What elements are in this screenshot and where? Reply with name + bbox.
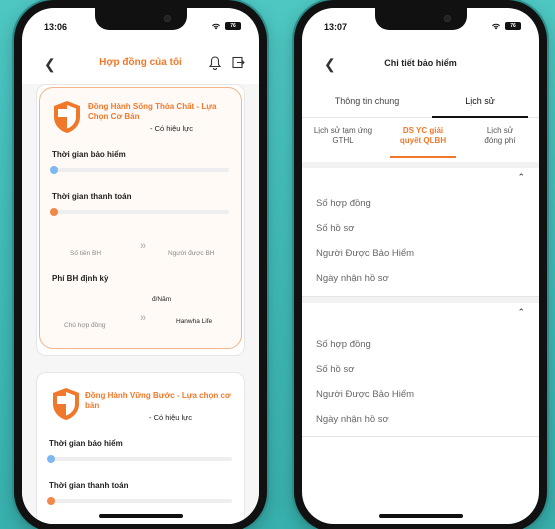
- product-name: Đồng Hành Vững Bước - Lựa chọn cơ bản: [85, 391, 231, 410]
- field-file-number: Số hồ sơ: [316, 364, 355, 375]
- status-time: 13:06: [44, 22, 68, 32]
- field-received-date: Ngày nhận hồ sơ: [316, 414, 389, 425]
- policy-owner-value: Hanwha Life: [176, 318, 213, 325]
- wifi-icon: [492, 23, 500, 30]
- right-phone: 13:07 76 ❮ Chi tiết bảo hiểm Thông tin c…: [294, 0, 547, 529]
- insured-person-label: Người được BH: [168, 250, 215, 257]
- top-bar: ❮ Chi tiết bảo hiểm: [302, 52, 539, 80]
- top-bar: ❮ Hợp đồng của tôi: [22, 52, 259, 76]
- logout-icon[interactable]: [232, 56, 245, 69]
- subtab-label: Lịch sử tạm ứng: [313, 126, 373, 135]
- double-chevron-icon: »: [140, 312, 147, 324]
- field-insured-person: Người Được Bảo Hiểm: [316, 389, 415, 400]
- subtab-advance-history[interactable]: Lịch sử tạm ứng GTHL: [308, 126, 378, 146]
- contract-status: - Có hiệu lực: [150, 124, 193, 133]
- field-file-number: Số hồ sơ: [316, 223, 355, 234]
- notch: [94, 8, 187, 30]
- right-screen: 13:07 76 ❮ Chi tiết bảo hiểm Thông tin c…: [302, 8, 539, 524]
- payment-period-label: Thời gian thanh toán: [49, 481, 129, 490]
- field-contract-number: Số hợp đồng: [316, 339, 371, 350]
- premium-value: đ/Năm: [152, 296, 172, 303]
- sum-insured-label: Số tiền BH: [70, 250, 102, 257]
- periodic-premium-label: Phí BH định kỳ: [52, 274, 109, 283]
- subtab-label: DS YC giải: [402, 126, 444, 135]
- left-phone: 13:06 76 ❮ Hợp đồng của tôi Đồng Hành Số…: [14, 0, 267, 529]
- contract-status: - Có hiệu lực: [149, 413, 192, 422]
- camera-icon: [163, 15, 171, 22]
- insurance-period-dot: [50, 166, 58, 174]
- contract-list: Đồng Hành Sống Thỏa Chất - Lựa Chọn Cơ B…: [22, 84, 259, 524]
- home-indicator[interactable]: [378, 514, 463, 518]
- status-time: 13:07: [324, 22, 348, 32]
- contract-card-highlight: Đồng Hành Sống Thỏa Chất - Lựa Chọn Cơ B…: [39, 87, 242, 349]
- system-icons: 76: [491, 22, 521, 30]
- divider: [302, 436, 539, 437]
- insurance-period-progress: [50, 166, 229, 174]
- left-screen: 13:06 76 ❮ Hợp đồng của tôi Đồng Hành Số…: [22, 8, 259, 524]
- policy-owner-label: Chủ hợp đồng: [64, 322, 106, 329]
- insurance-period-label: Thời gian bảo hiểm: [52, 150, 126, 159]
- active-tab-indicator: [432, 116, 528, 118]
- main-tabs: Thông tin chung Lịch sử: [302, 88, 539, 118]
- contract-card[interactable]: Đồng Hành Vững Bước - Lựa chọn cơ bản - …: [36, 372, 245, 524]
- double-chevron-icon: »: [140, 240, 147, 252]
- contract-card[interactable]: Đồng Hành Sống Thỏa Chất - Lựa Chọn Cơ B…: [36, 84, 245, 356]
- payment-period-dot: [50, 208, 58, 216]
- subtab-label: đóng phí: [484, 136, 516, 145]
- subtab-premium-history[interactable]: Lịch sử đóng phí: [468, 126, 532, 146]
- page-title: Hợp đồng của tôi: [99, 57, 182, 68]
- shield-logo-icon: [53, 388, 79, 420]
- battery-icon: 76: [225, 22, 241, 30]
- bell-icon[interactable]: [209, 56, 221, 70]
- product-name: Đồng Hành Sống Thỏa Chất - Lựa Chọn Cơ B…: [88, 102, 217, 121]
- claim-record[interactable]: ⌃ Số hợp đồng Số hồ sơ Người Được Bảo Hi…: [302, 168, 539, 296]
- tab-general-info[interactable]: Thông tin chung: [312, 96, 422, 106]
- tab-history[interactable]: Lịch sử: [422, 96, 538, 106]
- payment-period-progress: [47, 497, 232, 505]
- subtab-label: GTHL: [332, 136, 354, 145]
- payment-period-dot: [47, 497, 55, 505]
- field-insured-person: Người Được Bảo Hiểm: [316, 248, 415, 259]
- battery-icon: 76: [505, 22, 521, 30]
- field-contract-number: Số hợp đồng: [316, 198, 371, 209]
- history-subtabs: Lịch sử tạm ứng GTHL DS YC giải quyết QL…: [302, 122, 539, 162]
- wifi-icon: [212, 23, 220, 30]
- camera-icon: [443, 15, 451, 22]
- payment-period-progress: [50, 208, 229, 216]
- payment-period-label: Thời gian thanh toán: [52, 192, 132, 201]
- insurance-period-dot: [47, 455, 55, 463]
- home-indicator[interactable]: [98, 514, 183, 518]
- chevron-up-icon[interactable]: ⌃: [517, 307, 525, 318]
- chevron-up-icon[interactable]: ⌃: [517, 172, 525, 183]
- insurance-period-progress: [47, 455, 232, 463]
- claim-record[interactable]: ⌃ Số hợp đồng Số hồ sơ Người Được Bảo Hi…: [302, 303, 539, 431]
- subtab-claims-list[interactable]: DS YC giải quyết QLBH: [388, 126, 458, 146]
- page-title: Chi tiết bảo hiểm: [384, 58, 457, 68]
- system-icons: 76: [211, 22, 241, 30]
- shield-logo-icon: [54, 101, 80, 133]
- subtab-label: Lịch sử: [486, 126, 514, 135]
- notch: [374, 8, 467, 30]
- subtab-label: quyết QLBH: [399, 136, 447, 145]
- active-subtab-indicator: [390, 156, 456, 158]
- insurance-period-label: Thời gian bảo hiểm: [49, 439, 123, 448]
- field-received-date: Ngày nhận hồ sơ: [316, 273, 389, 284]
